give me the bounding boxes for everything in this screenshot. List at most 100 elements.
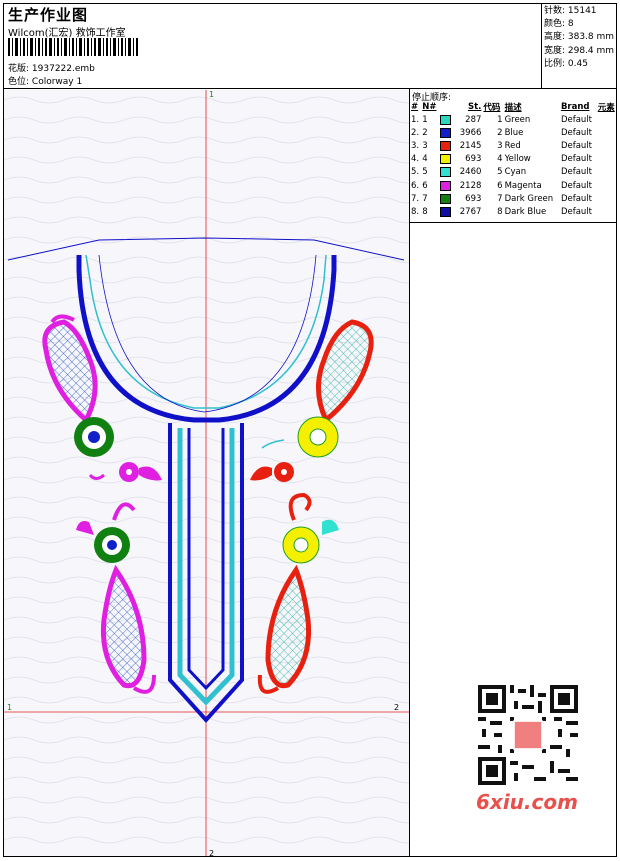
color-stop-row: 5. 5 2460 5 Cyan Default [410,166,618,179]
stop-index: 4. [411,154,420,165]
color-stop-row: 6. 6 2128 6 Magenta Default [410,179,618,192]
color-description: Dark Blue [504,206,547,217]
col-header-stitches: St. [467,102,482,112]
needle-number: 8 [422,206,428,217]
color-description: Cyan [504,167,527,178]
color-swatch [440,114,452,125]
axis-label-top: 1 [209,90,214,99]
stitch-count-cell: 2128 [439,179,482,192]
color-stop-row: 8. 8 2767 8 Dark Blue Default [410,205,618,218]
color-description: Green [504,114,531,125]
stitch-count-cell: 2460 [439,166,482,179]
element-cell [597,139,618,152]
element-cell [597,179,618,192]
studio-name: Wilcom(汇宏) 救饰工作室 [8,28,126,39]
needle-number: 5 [422,167,428,178]
element-cell [597,166,618,179]
thread-brand: Default [560,180,592,191]
color-count: 颜色: 8 [544,19,574,30]
axis-label-bottom: 2 [209,849,214,856]
axis-label-left: 1 [7,703,12,712]
colorway-value: Colorway 1 [31,77,83,87]
needle-number: 2 [422,127,428,138]
left-flower-green [74,417,114,457]
stitch-value: 287 [465,114,482,125]
color-code: 6 [497,180,503,191]
stop-index: 1. [411,114,420,125]
colorway: 色位: Colorway 1 [8,74,82,87]
color-stop-table: # N# St. 代码 描述 Brand 元素 1. 1 287 1 Green Defa… [410,101,618,219]
color-stop-row: 2. 2 3966 2 Blue Default [410,126,618,139]
specs-panel: 针数: 15141 颜色: 8 高度: 383.8 mm 宽度: 298.4 m… [544,5,614,71]
col-header-element: 元素 [597,103,615,113]
qr-code [478,685,578,785]
color-code: 3 [497,140,503,151]
needle-number: 7 [422,193,428,204]
stitch-count-cell: 2767 [439,205,482,218]
color-code: 5 [497,167,503,178]
thread-brand: Default [560,114,592,125]
stitch-value: 2145 [459,140,482,151]
page-title: 生产作业图 [8,6,89,24]
color-swatch [440,140,452,151]
design-width: 宽度: 298.4 mm [544,45,615,56]
color-description: Dark Green [504,193,554,204]
col-header-brand: Brand [560,102,590,112]
element-cell [597,153,618,166]
needle-number: 4 [422,154,428,165]
stitch-value: 2767 [459,206,482,217]
color-stop-row: 4. 4 693 4 Yellow Default [410,153,618,166]
stop-index: 8. [411,206,420,217]
watermark: 6xiu.com [476,790,578,814]
color-description: Blue [504,127,524,138]
color-code: 4 [497,154,503,165]
thread-brand: Default [560,206,592,217]
col-header-index: # [411,102,419,112]
thread-brand: Default [560,193,592,204]
element-cell [597,113,618,126]
stitch-value: 3966 [459,127,482,138]
col-header-needle: N# [422,102,437,112]
design-height: 高度: 383.8 mm [544,32,615,43]
thread-brand: Default [560,127,592,138]
color-code: 1 [497,114,503,125]
pattern-label: 花版: [8,64,30,74]
stop-index: 3. [411,140,420,151]
needle-number: 1 [422,114,428,125]
embroidery-design-canvas: 1 2 1 2 [4,90,409,856]
color-swatch [440,167,452,178]
needle-number: 6 [422,180,428,191]
thread-brand: Default [560,140,592,151]
color-swatch [440,127,452,138]
stitch-value: 693 [465,193,482,204]
thread-brand: Default [560,154,592,165]
thread-brand: Default [560,167,592,178]
pattern-value: 1937222.emb [31,64,95,74]
color-stop-row: 1. 1 287 1 Green Default [410,113,618,126]
color-stop-row: 7. 7 693 7 Dark Green Default [410,192,618,205]
stitch-count-cell: 2145 [439,139,482,152]
col-header-code: 代码 [483,103,501,113]
color-code: 2 [497,127,503,138]
table-divider [409,222,617,223]
stitch-count-cell: 693 [439,192,482,205]
color-swatch [440,154,452,165]
design-scale: 比例: 0.45 [544,58,588,69]
stitch-value: 2460 [459,167,482,178]
color-description: Magenta [504,180,542,191]
stop-index: 2. [411,127,420,138]
color-description: Yellow [504,154,531,165]
fabric-texture [4,90,409,856]
stitch-count-cell: 287 [439,113,482,126]
axis-label-right: 2 [394,703,399,712]
color-code: 8 [497,206,503,217]
stop-index: 7. [411,193,420,204]
specs-divider [541,4,542,88]
color-description: Red [504,140,521,151]
color-stop-row: 3. 3 2145 3 Red Default [410,139,618,152]
element-cell [597,205,618,218]
stitch-count-cell: 693 [439,153,482,166]
colorway-label: 色位: [8,77,30,87]
stop-index: 5. [411,167,420,178]
color-swatch [440,193,452,204]
